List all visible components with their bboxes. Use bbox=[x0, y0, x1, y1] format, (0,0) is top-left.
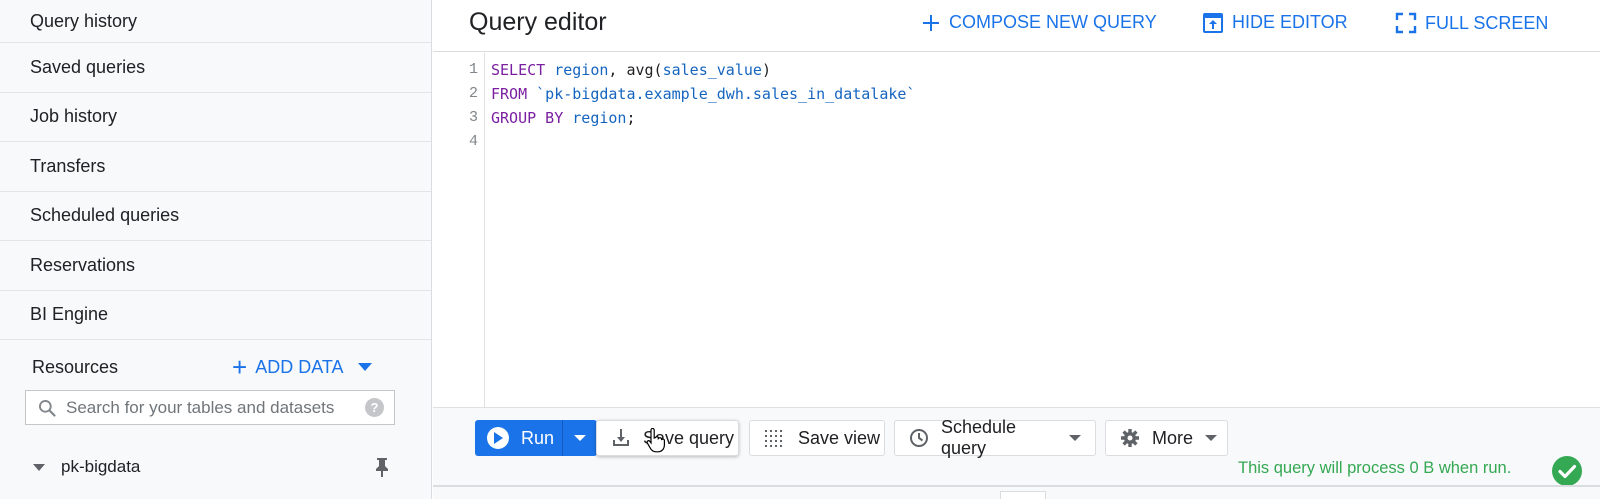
resources-title: Resources bbox=[32, 356, 119, 377]
identifier: sales_value bbox=[662, 61, 762, 79]
keyword: SELECT bbox=[491, 61, 546, 79]
chevron-down-icon bbox=[1205, 435, 1218, 441]
add-data-button[interactable]: + ADD DATA bbox=[232, 352, 372, 382]
keyword: FROM bbox=[491, 85, 528, 103]
line-number: 4 bbox=[468, 133, 478, 150]
function-name: avg( bbox=[626, 61, 663, 79]
identifier: region bbox=[554, 61, 609, 79]
chevron-down-icon bbox=[1069, 435, 1081, 441]
project-name: pk-bigdata bbox=[61, 457, 141, 476]
more-button[interactable]: More bbox=[1105, 420, 1228, 456]
help-icon[interactable]: ? bbox=[365, 398, 384, 417]
punctuation: ) bbox=[761, 61, 771, 79]
add-data-label: ADD DATA bbox=[255, 356, 344, 377]
sidebar-item-query-history[interactable]: Query history bbox=[0, 0, 431, 43]
full-screen-label: FULL SCREEN bbox=[1425, 12, 1549, 33]
hide-editor-label: HIDE EDITOR bbox=[1232, 12, 1348, 32]
download-icon bbox=[611, 428, 631, 448]
keyword: GROUP BY bbox=[491, 109, 564, 127]
code-text[interactable]: SELECT region, avg(sales_value) FROM `pk… bbox=[491, 58, 915, 154]
sidebar-item-scheduled-queries[interactable]: Scheduled queries bbox=[0, 192, 431, 241]
full-screen-button[interactable]: FULL SCREEN bbox=[1395, 12, 1548, 34]
resize-handle[interactable] bbox=[1000, 491, 1046, 499]
sidebar-item-transfers[interactable]: Transfers bbox=[0, 142, 431, 192]
chevron-down-icon bbox=[357, 363, 372, 371]
editor-scrollbar[interactable] bbox=[1588, 53, 1600, 407]
code-line-1: SELECT region, avg(sales_value) bbox=[491, 58, 915, 82]
sidebar-item-reservations[interactable]: Reservations bbox=[0, 241, 431, 291]
sidebar-item-job-history[interactable]: Job history bbox=[0, 93, 431, 142]
search-icon bbox=[32, 393, 62, 423]
hide-editor-button[interactable]: HIDE EDITOR bbox=[1202, 12, 1348, 33]
editor-header: Query editor COMPOSE NEW QUERY HIDE EDIT… bbox=[433, 0, 1600, 52]
chevron-down-icon bbox=[574, 435, 586, 441]
project-tree-item[interactable]: pk-bigdata bbox=[0, 452, 432, 482]
run-split-button: Run bbox=[475, 420, 597, 456]
run-label: Run bbox=[521, 427, 555, 448]
schedule-query-button[interactable]: Schedule query bbox=[894, 417, 1096, 458]
compose-new-query-button[interactable]: COMPOSE NEW QUERY bbox=[921, 12, 1157, 33]
code-editor[interactable]: 1 2 3 4 SELECT region, avg(sales_value) … bbox=[433, 53, 1600, 407]
plus-icon bbox=[921, 13, 941, 33]
page-title: Query editor bbox=[469, 8, 607, 36]
save-view-label: Save view bbox=[798, 427, 881, 448]
save-query-button[interactable]: Save query bbox=[596, 420, 739, 456]
save-view-button[interactable]: Save view bbox=[749, 420, 885, 456]
clock-icon bbox=[909, 428, 929, 448]
expand-caret-icon[interactable] bbox=[33, 463, 45, 471]
pin-icon[interactable] bbox=[372, 456, 392, 483]
punctuation: ; bbox=[626, 109, 636, 127]
sidebar-item-saved-queries[interactable]: Saved queries bbox=[0, 43, 431, 93]
schedule-query-label: Schedule query bbox=[941, 417, 1017, 458]
sidebar-item-bi-engine[interactable]: BI Engine bbox=[0, 291, 431, 340]
line-number: 3 bbox=[468, 109, 478, 126]
table-reference: `pk-bigdata.example_dwh.sales_in_datalak… bbox=[536, 85, 916, 103]
punctuation: , bbox=[608, 61, 627, 79]
line-number: 1 bbox=[468, 61, 478, 78]
run-options-dropdown[interactable] bbox=[563, 420, 597, 456]
grid-dots-icon bbox=[764, 428, 786, 448]
more-label: More bbox=[1152, 427, 1194, 448]
play-icon bbox=[487, 427, 509, 449]
sidebar: Query history Saved queries Job history … bbox=[0, 0, 432, 499]
line-number-gutter: 1 2 3 4 bbox=[433, 53, 485, 407]
identifier: region bbox=[572, 109, 627, 127]
query-validation-status: This query will process 0 B when run. bbox=[1238, 459, 1512, 477]
search-input[interactable] bbox=[66, 397, 365, 418]
resources-header: Resources + ADD DATA bbox=[0, 350, 432, 384]
code-line-2: FROM `pk-bigdata.example_dwh.sales_in_da… bbox=[491, 82, 915, 106]
results-divider bbox=[433, 485, 1600, 487]
plus-icon: + bbox=[232, 352, 248, 382]
line-number: 2 bbox=[468, 85, 478, 102]
run-button[interactable]: Run bbox=[475, 420, 563, 456]
gear-icon bbox=[1120, 428, 1140, 448]
compose-label: COMPOSE NEW QUERY bbox=[949, 12, 1157, 32]
hand-pointer-icon bbox=[645, 427, 665, 459]
search-field[interactable]: ? bbox=[25, 390, 395, 425]
code-line-3: GROUP BY region; bbox=[491, 106, 915, 130]
fullscreen-icon bbox=[1395, 12, 1417, 34]
hide-editor-icon bbox=[1202, 12, 1224, 33]
